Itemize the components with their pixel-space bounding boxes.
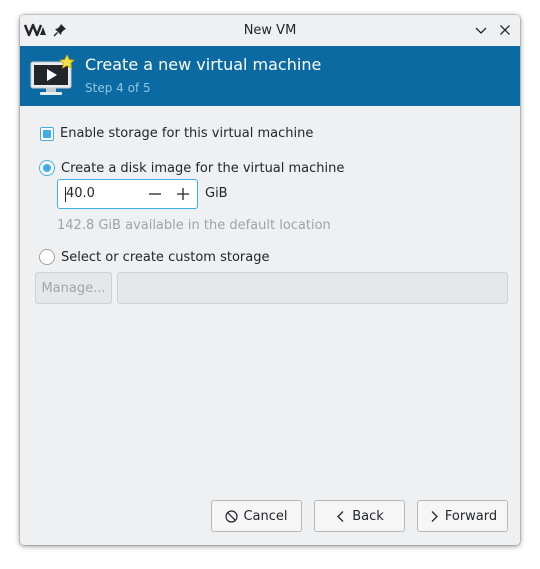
disk-image-label: Create a disk image for the virtual mach… [61, 160, 345, 176]
available-space-hint: 142.8 GiB available in the default locat… [57, 218, 331, 233]
enable-storage-label: Enable storage for this virtual machine [60, 126, 314, 141]
disk-image-option[interactable]: Create a disk image for the virtual mach… [39, 160, 344, 176]
forward-button-label: Forward [444, 508, 498, 524]
wizard-step: Step 4 of 5 [85, 81, 151, 95]
chevron-down-icon[interactable] [474, 23, 488, 37]
manage-button-label: Manage... [41, 280, 106, 296]
chevron-left-icon [337, 510, 344, 522]
enable-storage-option[interactable]: Enable storage for this virtual machine [40, 126, 313, 141]
plus-icon[interactable] [175, 186, 191, 202]
disk-size-unit: GiB [205, 186, 228, 201]
wizard-title: Create a new virtual machine [85, 55, 322, 74]
custom-storage-label: Select or create custom storage [61, 249, 270, 265]
pin-icon[interactable] [53, 23, 67, 37]
disk-size-value[interactable]: 40.0 [66, 180, 95, 208]
title-bar: New VM [20, 15, 520, 47]
forward-button[interactable]: Forward [417, 500, 508, 532]
back-button-label: Back [352, 508, 384, 524]
back-button[interactable]: Back [314, 500, 405, 532]
virt-manager-logo-icon [24, 23, 46, 37]
enable-storage-checkbox[interactable] [40, 126, 54, 141]
cancel-button-label: Cancel [243, 508, 288, 524]
chevron-right-icon [431, 510, 438, 522]
manage-button[interactable]: Manage... [35, 272, 112, 304]
text-cursor [65, 187, 66, 202]
new-vm-monitor-icon [30, 54, 75, 95]
new-vm-dialog: New VM Create a new virtual machine Step… [20, 15, 520, 545]
window-title: New VM [243, 23, 297, 38]
custom-storage-radio[interactable] [39, 249, 55, 265]
cancel-circle-icon [225, 509, 239, 523]
close-icon[interactable] [498, 23, 512, 37]
wizard-header: Create a new virtual machine Step 4 of 5 [20, 46, 520, 106]
cancel-button[interactable]: Cancel [211, 500, 302, 532]
disk-size-spinbox[interactable]: 40.0 [57, 179, 198, 209]
disk-image-radio[interactable] [39, 160, 55, 176]
custom-storage-option[interactable]: Select or create custom storage [39, 249, 269, 265]
storage-path-field[interactable] [117, 272, 508, 304]
minus-icon[interactable] [147, 186, 163, 202]
